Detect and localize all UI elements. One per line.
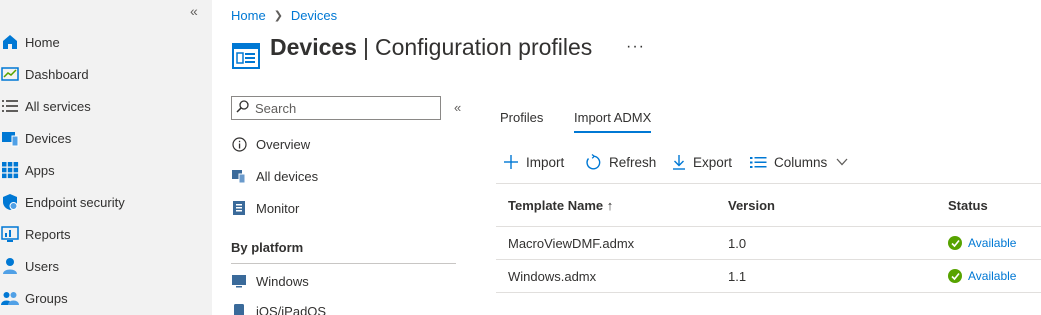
- info-icon: [231, 136, 247, 152]
- export-button[interactable]: Export: [672, 151, 732, 173]
- nav-item-apps[interactable]: Apps: [0, 154, 212, 186]
- nav-item-groups[interactable]: Groups: [0, 282, 212, 314]
- nav-item-label: Reports: [25, 226, 71, 242]
- user-icon: [1, 257, 19, 275]
- nav-item-label: Home: [25, 34, 60, 50]
- nav-item-endpoint-security[interactable]: Endpoint security: [0, 186, 212, 218]
- windows-icon: [231, 273, 247, 289]
- nav-item-label: Devices: [25, 130, 72, 146]
- checkmark-icon: [948, 236, 962, 250]
- page-title: Devices | Configuration profiles: [270, 34, 592, 61]
- status-label: Available: [968, 236, 1017, 250]
- add-icon: [503, 154, 519, 170]
- nav-item-label: Dashboard: [25, 66, 89, 82]
- breadcrumb: Home ❯ Devices: [231, 8, 337, 23]
- nav-item-dashboard[interactable]: Dashboard: [0, 58, 212, 90]
- ios-icon: [231, 303, 247, 315]
- menu-item-label: Windows: [256, 273, 309, 289]
- tab-profiles[interactable]: Profiles: [500, 110, 543, 125]
- global-nav: « Home Dashboard All services Devices Ap…: [0, 0, 212, 315]
- search-icon: [236, 100, 249, 116]
- menu-item-label: iOS/iPadOS: [256, 303, 327, 315]
- section-heading: By platform: [231, 240, 304, 255]
- home-icon: [1, 33, 19, 51]
- tab-import-admx[interactable]: Import ADMX: [574, 110, 652, 133]
- monitor-icon: [231, 200, 247, 216]
- chevron-down-icon: [836, 158, 848, 166]
- column-header-status[interactable]: Status: [948, 198, 988, 213]
- checkmark-icon: [948, 269, 962, 283]
- table-row-version: 1.1: [728, 269, 747, 284]
- nav-item-label: All services: [25, 98, 91, 114]
- column-header-version[interactable]: Version: [728, 198, 775, 213]
- devices-icon: [1, 129, 19, 147]
- menu-item-label: All devices: [256, 168, 319, 184]
- menu-item-label: Monitor: [256, 200, 300, 216]
- status-badge: Available: [948, 236, 1016, 250]
- list-icon: [1, 97, 19, 115]
- command-bar-divider: [496, 183, 1041, 184]
- menu-item-windows[interactable]: Windows: [231, 269, 309, 293]
- menu-item-label: Overview: [256, 136, 311, 152]
- row-divider: [496, 259, 1041, 260]
- title-separator: |: [362, 34, 369, 60]
- column-header-template-name[interactable]: Template Name ↑: [508, 198, 613, 213]
- row-divider: [496, 292, 1041, 293]
- import-label: Import: [526, 154, 565, 170]
- header-divider: [496, 226, 1041, 227]
- search-box[interactable]: [231, 96, 441, 120]
- menu-item-all-devices[interactable]: All devices: [231, 164, 318, 188]
- dashboard-icon: [1, 65, 19, 83]
- refresh-button[interactable]: Refresh: [585, 151, 656, 173]
- refresh-icon: [585, 153, 602, 171]
- columns-icon: [750, 156, 767, 169]
- table-row-name[interactable]: Windows.admx: [508, 269, 596, 284]
- nav-item-label: Groups: [25, 290, 68, 306]
- devices-icon: [231, 168, 247, 184]
- download-icon: [672, 154, 686, 170]
- collapse-global-nav-button[interactable]: «: [190, 3, 198, 19]
- reports-icon: [1, 225, 19, 243]
- search-input[interactable]: [255, 100, 435, 116]
- menu-item-ios[interactable]: iOS/iPadOS: [231, 299, 326, 315]
- chevron-right-icon: ❯: [273, 10, 283, 22]
- page-title-sub: Configuration profiles: [374, 34, 593, 60]
- nav-item-home[interactable]: Home: [0, 26, 212, 58]
- nav-item-label: Apps: [25, 162, 55, 178]
- import-button[interactable]: Import: [503, 151, 564, 173]
- nav-item-devices[interactable]: Devices: [0, 122, 212, 154]
- page-title-main: Devices: [270, 34, 357, 60]
- menu-item-overview[interactable]: Overview: [231, 132, 310, 156]
- table-row-version: 1.0: [728, 236, 747, 251]
- collapse-menu-button[interactable]: «: [454, 100, 461, 115]
- nav-item-label: Endpoint security: [25, 194, 125, 210]
- export-label: Export: [693, 154, 733, 170]
- status-badge: Available: [948, 269, 1016, 283]
- nav-item-all-services[interactable]: All services: [0, 90, 212, 122]
- breadcrumb-devices[interactable]: Devices: [291, 8, 337, 23]
- menu-item-monitor[interactable]: Monitor: [231, 196, 299, 220]
- section-divider: [231, 263, 456, 264]
- configuration-profile-icon: [232, 43, 260, 69]
- refresh-label: Refresh: [609, 154, 657, 170]
- table-row-name[interactable]: MacroViewDMF.admx: [508, 236, 634, 251]
- nav-item-label: Users: [25, 258, 59, 274]
- shield-icon: [1, 193, 19, 211]
- apps-icon: [1, 161, 19, 179]
- columns-label: Columns: [774, 154, 828, 170]
- more-options-button[interactable]: ···: [626, 38, 645, 56]
- status-label: Available: [968, 269, 1017, 283]
- breadcrumb-home[interactable]: Home: [231, 8, 266, 23]
- nav-item-reports[interactable]: Reports: [0, 218, 212, 250]
- groups-icon: [1, 289, 19, 307]
- nav-item-users[interactable]: Users: [0, 250, 212, 282]
- columns-button[interactable]: Columns: [750, 151, 848, 173]
